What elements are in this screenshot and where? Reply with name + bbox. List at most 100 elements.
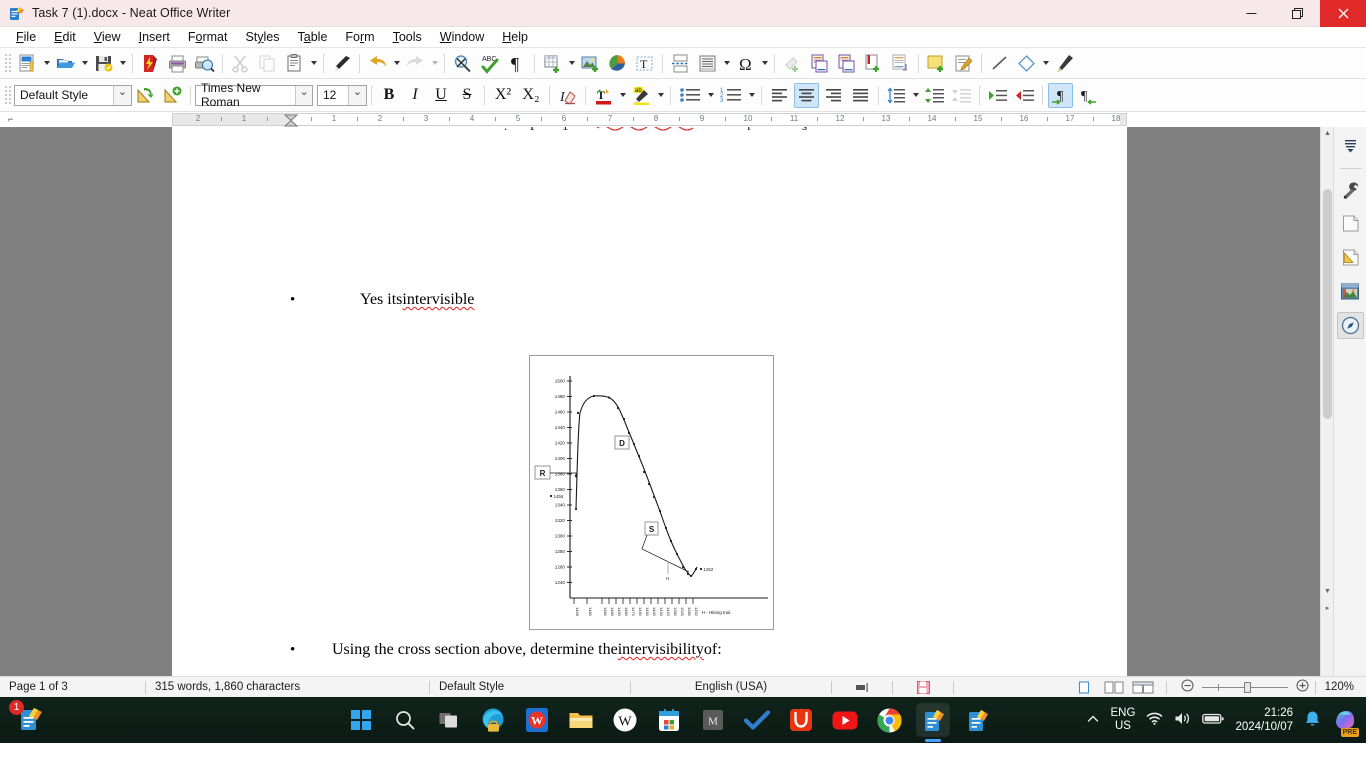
font-size-dropdown-icon[interactable] <box>348 85 366 105</box>
italic-button[interactable]: I <box>402 83 428 108</box>
paragraph-style-dropdown-icon[interactable] <box>113 85 131 105</box>
menu-file[interactable]: File <box>7 28 45 46</box>
multiple-page-view-icon[interactable] <box>1100 677 1128 698</box>
new-document-dropdown-icon[interactable] <box>41 51 52 76</box>
menu-format[interactable]: Format <box>179 28 237 46</box>
navigator-icon[interactable] <box>1336 312 1364 339</box>
menu-table[interactable]: Table <box>289 28 337 46</box>
unsaved-changes-icon[interactable] <box>893 677 953 698</box>
indent-marker-icon[interactable] <box>283 114 299 127</box>
font-name-combo[interactable]: Times New Roman <box>195 81 313 109</box>
line-spacing-icon[interactable] <box>884 83 909 108</box>
file-explorer-icon[interactable] <box>565 704 597 736</box>
undo-icon[interactable] <box>365 51 390 76</box>
increase-indent-icon[interactable] <box>985 83 1010 108</box>
decrease-indent-icon[interactable] <box>1012 83 1037 108</box>
neat-office-window-icon[interactable] <box>961 704 993 736</box>
undo-dropdown-icon[interactable] <box>391 51 402 76</box>
todo-checkmark-icon[interactable] <box>741 704 773 736</box>
font-name-dropdown-icon[interactable] <box>295 85 312 105</box>
neat-office-icon[interactable] <box>916 703 950 742</box>
wifi-icon[interactable] <box>1146 711 1163 729</box>
language-indicator[interactable]: ENG US <box>1111 707 1136 733</box>
properties-icon[interactable] <box>1337 176 1364 203</box>
save-document-icon[interactable] <box>91 51 116 76</box>
zoom-value[interactable]: 120% <box>1316 677 1366 698</box>
right-to-left-icon[interactable]: ¶ <box>1075 83 1100 108</box>
ordered-list-dropdown-icon[interactable] <box>746 83 757 108</box>
scrollbar-thumb[interactable] <box>1323 189 1332 419</box>
spelling-check-icon[interactable]: ABC <box>477 51 502 76</box>
battery-icon[interactable] <box>1202 712 1225 728</box>
document-content[interactable]: . P 1 l s • Yes its intervisible <box>172 127 1127 676</box>
insert-image-icon[interactable] <box>578 51 603 76</box>
opera-gx-icon[interactable] <box>785 704 817 736</box>
cross-section-chart[interactable]: 1500 1480 1460 1440 1420 1400 1380 1360 … <box>529 355 774 630</box>
open-document-icon[interactable] <box>53 51 78 76</box>
new-style-from-selection-icon[interactable] <box>160 83 185 108</box>
save-dropdown-icon[interactable] <box>117 51 128 76</box>
insert-text-box-icon[interactable]: T <box>632 51 657 76</box>
menu-view[interactable]: View <box>85 28 130 46</box>
wikipedia-icon[interactable]: W <box>609 704 641 736</box>
align-right-icon[interactable] <box>821 83 846 108</box>
search-icon[interactable] <box>389 704 421 736</box>
ordered-list-icon[interactable]: 1 2 3 <box>717 83 745 108</box>
wps-office-icon[interactable]: W <box>521 704 553 736</box>
google-chrome-icon[interactable] <box>873 704 905 736</box>
highlighting-color-icon[interactable]: ab <box>629 83 654 108</box>
windows-start-icon[interactable] <box>345 704 377 736</box>
minimize-button[interactable] <box>1228 0 1274 27</box>
zoom-knob[interactable] <box>1243 681 1251 693</box>
update-selected-style-icon[interactable] <box>133 83 158 108</box>
scroll-up-arrow-icon[interactable]: ▲ <box>1321 127 1334 140</box>
vertical-scrollbar[interactable]: ▲ ▼ ▸ <box>1320 127 1333 676</box>
insert-hyperlink-icon[interactable] <box>780 51 805 76</box>
selection-mode-icon[interactable] <box>832 677 892 698</box>
insert-table-dropdown-icon[interactable] <box>566 51 577 76</box>
show-hidden-icons-icon[interactable] <box>1086 712 1100 729</box>
underline-button[interactable]: U <box>428 83 454 108</box>
unordered-list-icon[interactable] <box>676 83 704 108</box>
copilot-preview-icon[interactable]: PRE <box>1332 706 1359 737</box>
cut-icon[interactable] <box>228 51 253 76</box>
line2-misspelled-word[interactable]: intervisibility <box>618 641 704 659</box>
basic-shapes-icon[interactable] <box>1014 51 1039 76</box>
menu-form[interactable]: Form <box>336 28 383 46</box>
align-left-icon[interactable] <box>767 83 792 108</box>
font-color-dropdown-icon[interactable] <box>617 83 628 108</box>
scroll-down-arrow-icon[interactable]: ▼ <box>1321 585 1334 598</box>
paste-dropdown-icon[interactable] <box>308 51 319 76</box>
bold-button[interactable]: B <box>376 83 402 108</box>
unordered-list-dropdown-icon[interactable] <box>705 83 716 108</box>
redo-dropdown-icon[interactable] <box>429 51 440 76</box>
zoom-track[interactable] <box>1201 681 1288 693</box>
menu-edit[interactable]: Edit <box>45 28 85 46</box>
insert-cross-reference-icon[interactable] <box>888 51 913 76</box>
status-language[interactable]: English (USA) <box>631 677 831 698</box>
close-button[interactable] <box>1320 0 1366 27</box>
volume-icon[interactable] <box>1174 711 1191 729</box>
menu-insert[interactable]: Insert <box>130 28 179 46</box>
menu-styles[interactable]: Styles <box>236 28 288 46</box>
styles-icon[interactable] <box>1337 244 1364 271</box>
copy-icon[interactable] <box>255 51 280 76</box>
status-paragraph-style[interactable]: Default Style <box>430 677 630 698</box>
zoom-out-icon[interactable] <box>1181 679 1194 695</box>
document-bullet-line-2[interactable]: • Using the cross section above, determi… <box>290 641 722 659</box>
insert-comment-icon[interactable] <box>924 51 949 76</box>
zoom-slider[interactable] <box>1175 677 1315 698</box>
microsoft-store-icon[interactable] <box>653 704 685 736</box>
strikethrough-button[interactable]: S <box>454 83 480 108</box>
toolbar-grip[interactable] <box>4 85 11 105</box>
redo-icon[interactable] <box>403 51 428 76</box>
clock[interactable]: 21:26 2024/10/07 <box>1235 706 1293 734</box>
book-view-icon[interactable] <box>1128 677 1158 698</box>
insert-endnote-icon[interactable] <box>834 51 859 76</box>
document-sub-item-a[interactable]: a. D from S <box>317 674 403 676</box>
insert-special-character-icon[interactable]: Ω <box>733 51 758 76</box>
left-to-right-icon[interactable]: ¶ <box>1048 82 1073 108</box>
insert-bookmark-icon[interactable] <box>861 51 886 76</box>
insert-chart-icon[interactable] <box>605 51 630 76</box>
menu-help[interactable]: Help <box>493 28 537 46</box>
